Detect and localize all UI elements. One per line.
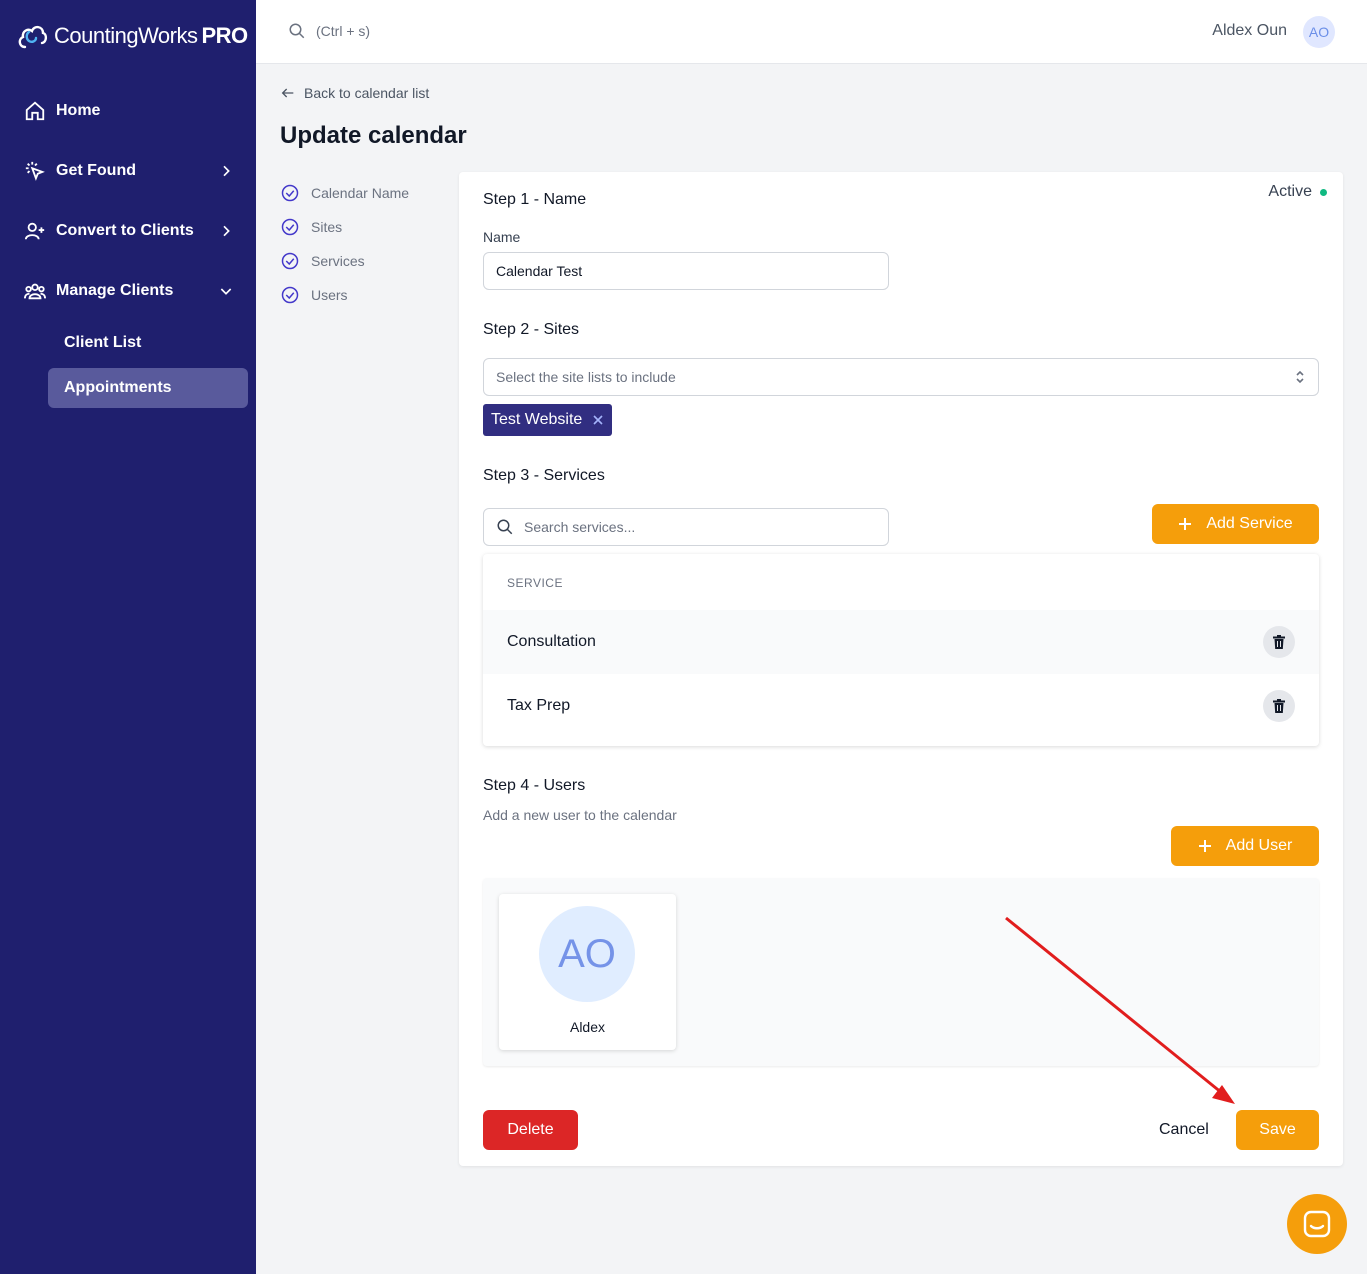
search-shortcut-hint: (Ctrl + s) (316, 23, 371, 39)
search-icon (497, 519, 513, 535)
sidebar-subitem-appointments[interactable]: Appointments (48, 368, 248, 408)
calendar-name-input[interactable]: Calendar Test (483, 252, 889, 290)
status-label: Active (1268, 183, 1312, 200)
sidebar-item-label: Home (56, 102, 101, 119)
cursor-click-icon (25, 161, 45, 181)
status-dot (1320, 188, 1327, 196)
chevron-right-icon (223, 165, 230, 177)
home-icon (25, 101, 45, 121)
add-service-button[interactable]: Add Service (1152, 504, 1319, 544)
user-plus-icon (24, 222, 45, 240)
site-lists-select[interactable]: Select the site lists to include (483, 358, 1319, 396)
step-nav-label: Sites (311, 219, 343, 235)
save-button[interactable]: Save (1236, 1110, 1319, 1150)
step2-title: Step 2 - Sites (483, 321, 580, 338)
service-name: Tax Prep (507, 697, 571, 714)
sidebar-item-get-found[interactable]: Get Found (24, 160, 234, 182)
cancel-button[interactable]: Cancel (1159, 1121, 1209, 1139)
delete-service-button[interactable] (1263, 626, 1295, 658)
chevron-down-icon (220, 288, 232, 295)
sidebar-item-label: Manage Clients (56, 282, 174, 299)
check-circle-icon (281, 184, 299, 202)
status-badge: Active (1268, 183, 1327, 201)
plus-icon (1179, 518, 1192, 530)
service-column-header: SERVICE (507, 576, 563, 590)
users-icon (24, 283, 46, 300)
avatar: AO (539, 906, 635, 1002)
table-row: Tax Prep (483, 674, 1319, 738)
site-tag: Test Website (483, 404, 613, 436)
brand-suffix: PRO (201, 23, 249, 48)
search-services-input[interactable]: Search services... (483, 508, 889, 546)
site-lists-placeholder: Select the site lists to include (496, 369, 676, 385)
sidebar-item-manage-clients[interactable]: Manage Clients (24, 280, 234, 302)
user-card-name: Aldex (569, 1019, 606, 1035)
add-user-button[interactable]: Add User (1171, 826, 1319, 866)
top-bar: (Ctrl + s) Aldex Oun AO (256, 0, 1367, 64)
sidebar-item-home[interactable]: Home (24, 100, 234, 122)
brand-name: CountingWorks (54, 23, 198, 48)
step4-subtitle: Add a new user to the calendar (483, 807, 677, 823)
step-nav-label: Users (311, 287, 348, 303)
arrow-left-icon (281, 88, 294, 98)
search-services-placeholder: Search services... (524, 519, 636, 535)
step3-title: Step 3 - Services (483, 467, 605, 484)
steps-nav: Calendar Name Sites Services Users (281, 171, 409, 317)
step-nav-users[interactable]: Users (281, 273, 409, 317)
check-circle-icon (281, 218, 299, 236)
chat-icon (1303, 1210, 1331, 1238)
brand-logo[interactable]: CountingWorks PRO (16, 20, 248, 52)
search-icon (289, 23, 305, 39)
cloud-logo-icon (18, 25, 48, 49)
table-row: Consultation (483, 610, 1319, 674)
site-tag-label: Test Website (491, 411, 583, 428)
avatar[interactable]: AO (1303, 16, 1335, 48)
add-user-label: Add User (1225, 837, 1293, 854)
sidebar-item-label: Get Found (56, 162, 136, 179)
delete-service-button[interactable] (1263, 690, 1295, 722)
name-label: Name (483, 229, 521, 245)
plus-icon (1198, 840, 1211, 852)
check-circle-icon (281, 286, 299, 304)
chat-widget-button[interactable] (1287, 1194, 1347, 1254)
step-nav-label: Services (311, 253, 365, 269)
delete-button[interactable]: Delete (483, 1110, 578, 1150)
services-table: SERVICE Consultation Tax Prep (483, 554, 1319, 746)
sidebar-subitem-client-list[interactable]: Client List (48, 323, 248, 363)
trash-icon (1273, 635, 1285, 649)
user-card[interactable]: AO Aldex (499, 894, 676, 1050)
user-name[interactable]: Aldex Oun (1212, 22, 1287, 40)
select-updown-icon (1296, 370, 1304, 384)
check-circle-icon (281, 252, 299, 270)
calendar-form-card: Active Step 1 - Name Name Calendar Test … (459, 172, 1343, 1166)
trash-icon (1273, 699, 1285, 713)
page-title: Update calendar (280, 122, 467, 149)
sidebar-item-label: Convert to Clients (56, 222, 194, 239)
back-to-calendar-list-link[interactable]: Back to calendar list (280, 85, 429, 101)
close-icon[interactable] (592, 414, 604, 426)
back-link-label: Back to calendar list (304, 85, 430, 101)
sidebar-item-convert-to-clients[interactable]: Convert to Clients (24, 220, 234, 242)
sidebar: CountingWorks PRO Home Get Found Convert … (0, 0, 256, 1274)
add-service-label: Add Service (1206, 515, 1293, 532)
step4-title: Step 4 - Users (483, 777, 586, 794)
step-nav-label: Calendar Name (311, 185, 410, 201)
chevron-right-icon (223, 225, 230, 237)
service-name: Consultation (507, 633, 596, 650)
users-list: AO Aldex (483, 878, 1319, 1066)
step1-title: Step 1 - Name (483, 191, 587, 208)
global-search[interactable]: (Ctrl + s) (288, 22, 370, 40)
